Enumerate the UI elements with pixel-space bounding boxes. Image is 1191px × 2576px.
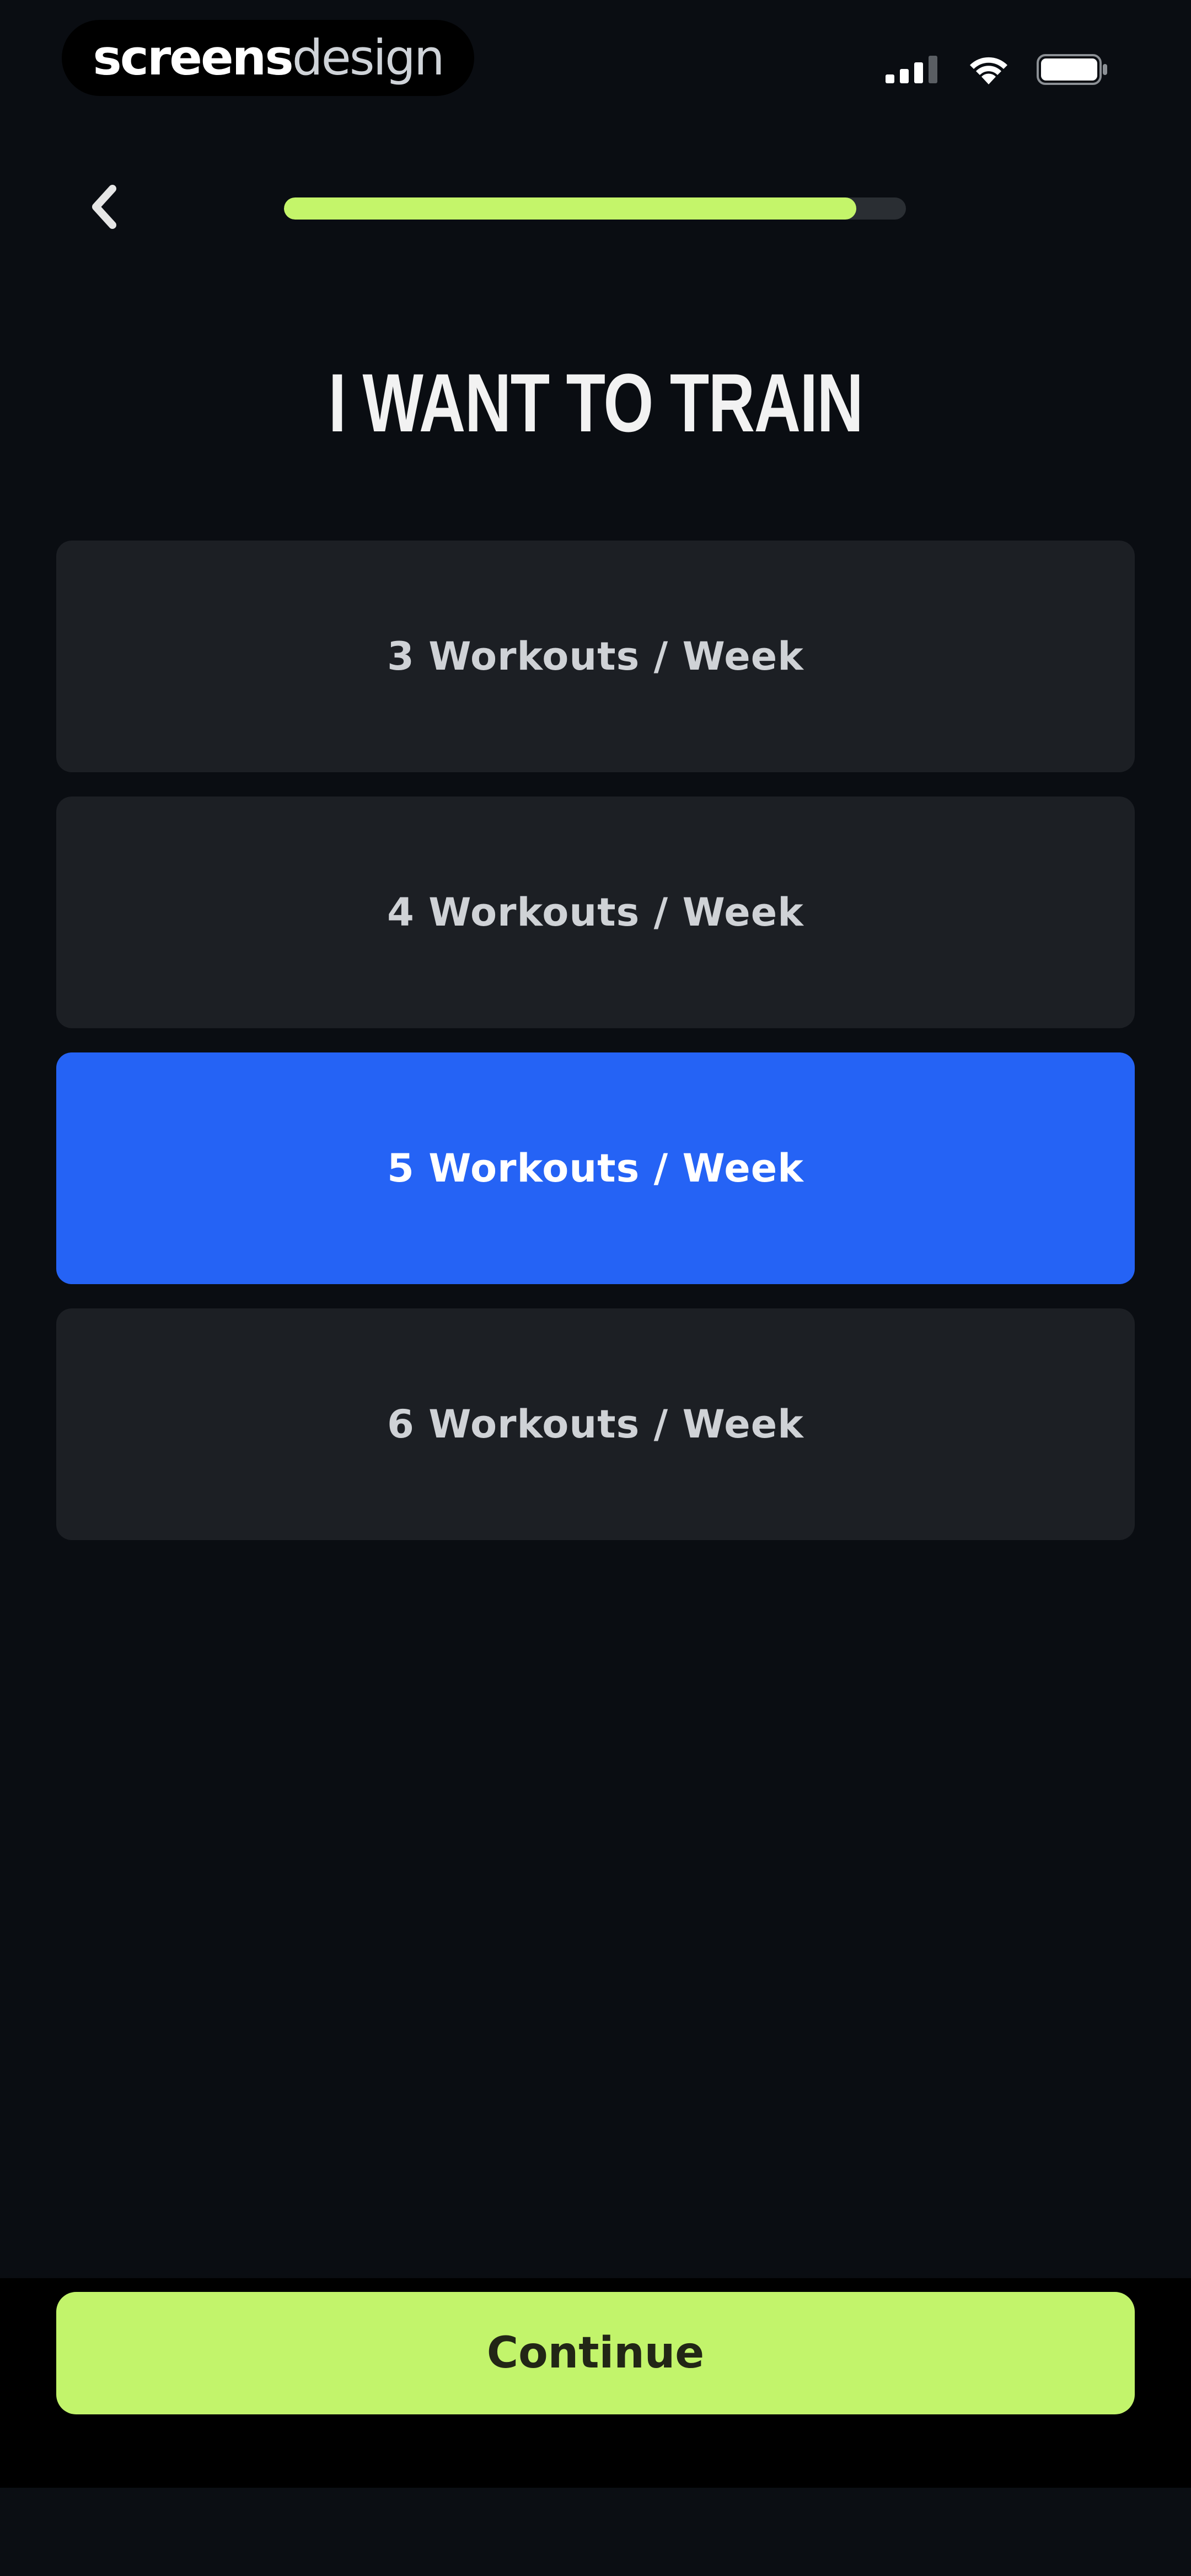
continue-label: Continue [486,2328,705,2378]
status-bar: screensdesign [0,0,1191,116]
progress-fill [284,197,856,220]
back-button[interactable] [77,177,132,237]
status-icons [886,53,1108,86]
frequency-options: 3 Workouts / Week 4 Workouts / Week 5 Wo… [56,541,1135,1564]
continue-button[interactable]: Continue [56,2292,1135,2414]
wifi-icon [970,57,1007,84]
option-label: 4 Workouts / Week [387,890,804,935]
option-5-workouts[interactable]: 5 Workouts / Week [56,1052,1135,1284]
home-indicator-area [0,2488,1191,2576]
page-title: I WANT TO TRAIN [328,356,863,449]
battery-icon [1037,54,1107,85]
option-3-workouts[interactable]: 3 Workouts / Week [56,541,1135,772]
brand-text: screensdesign [93,29,444,86]
progress-bar [284,197,906,220]
brand-watermark: screensdesign [62,20,474,96]
option-4-workouts[interactable]: 4 Workouts / Week [56,797,1135,1028]
option-6-workouts[interactable]: 6 Workouts / Week [56,1308,1135,1540]
option-label: 5 Workouts / Week [387,1146,804,1191]
option-label: 3 Workouts / Week [387,634,804,679]
option-label: 6 Workouts / Week [387,1402,804,1447]
chevron-left-icon [92,185,116,229]
signal-icon [886,56,937,83]
